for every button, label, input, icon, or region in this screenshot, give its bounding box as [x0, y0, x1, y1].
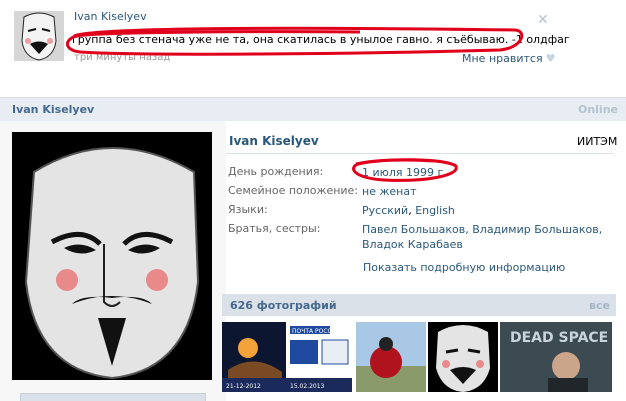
info-label: Братья, сестры:	[228, 222, 321, 235]
profile-photo[interactable]	[12, 132, 212, 380]
close-icon[interactable]: ✕	[537, 12, 549, 28]
photo-thumbnail[interactable]: DEAD SPACE	[500, 322, 612, 392]
relationship-value[interactable]: не женат	[362, 184, 622, 199]
online-status: Online	[577, 103, 618, 116]
profile-status-text: ИИТЭМ	[577, 135, 618, 148]
profile-header-bar: Ivan Kiselyev Online	[0, 97, 626, 121]
post-author-avatar[interactable]	[14, 11, 64, 61]
photo-thumbnail[interactable]: ПОЧТА РОССИИ 15.02.2013	[286, 322, 352, 392]
thumb-caption: ПОЧТА РОССИИ	[292, 328, 341, 335]
language-link[interactable]: Русский	[362, 204, 408, 217]
like-button[interactable]: Мне нравится ♥	[462, 52, 555, 65]
profile-name: Ivan Kiselyev	[229, 134, 319, 148]
photo-thumbnail[interactable]	[428, 322, 498, 392]
guy-fawkes-mask-image	[12, 132, 212, 380]
photos-section-header[interactable]: 626 фотографий все	[222, 294, 616, 316]
thumb-date-right: 15.02.2013	[290, 383, 325, 390]
languages-value: Русский, English	[362, 203, 622, 218]
profile-header-name: Ivan Kiselyev	[12, 103, 95, 116]
post-timestamp[interactable]: три минуты назад	[74, 52, 170, 63]
wall-post: Ivan Kiselyev группа без стенача уже не …	[0, 0, 626, 92]
siblings-value[interactable]: Павел Большаков, Владимир Большаков, Вла…	[362, 222, 622, 252]
profile-action-button[interactable]	[20, 393, 206, 401]
post-author-link[interactable]: Ivan Kiselyev	[74, 10, 147, 23]
divider	[226, 153, 614, 154]
thumb-caption: DEAD SPACE	[510, 330, 608, 346]
photos-all-link[interactable]: все	[589, 299, 610, 312]
info-label: Семейное положение:	[228, 184, 359, 197]
post-text: группа без стенача уже не та, она скатил…	[72, 33, 570, 46]
show-more-info-link[interactable]: Показать подробную информацию	[363, 261, 565, 274]
thumb-date-left: 21-12-2012	[226, 383, 261, 390]
heart-icon: ♥	[545, 52, 556, 65]
photo-thumbnails: 21-12-2012 ПОЧТА РОССИИ 15.02.2013 DEAD …	[222, 322, 622, 392]
photos-title[interactable]: 626 фотографий	[230, 299, 337, 312]
language-link[interactable]: English	[415, 204, 455, 217]
profile-info-area: Ivan Kiselyev ИИТЭМ День рождения: 1 июл…	[222, 121, 626, 401]
profile-left-column	[0, 121, 226, 401]
like-label: Мне нравится	[462, 52, 543, 65]
photo-thumbnail[interactable]: 21-12-2012	[222, 322, 286, 392]
info-label: День рождения:	[228, 165, 324, 178]
photo-thumbnail[interactable]	[356, 322, 426, 392]
birthday-value[interactable]: 1 июля 1999 г.	[362, 165, 622, 180]
info-label: Языки:	[228, 203, 268, 216]
